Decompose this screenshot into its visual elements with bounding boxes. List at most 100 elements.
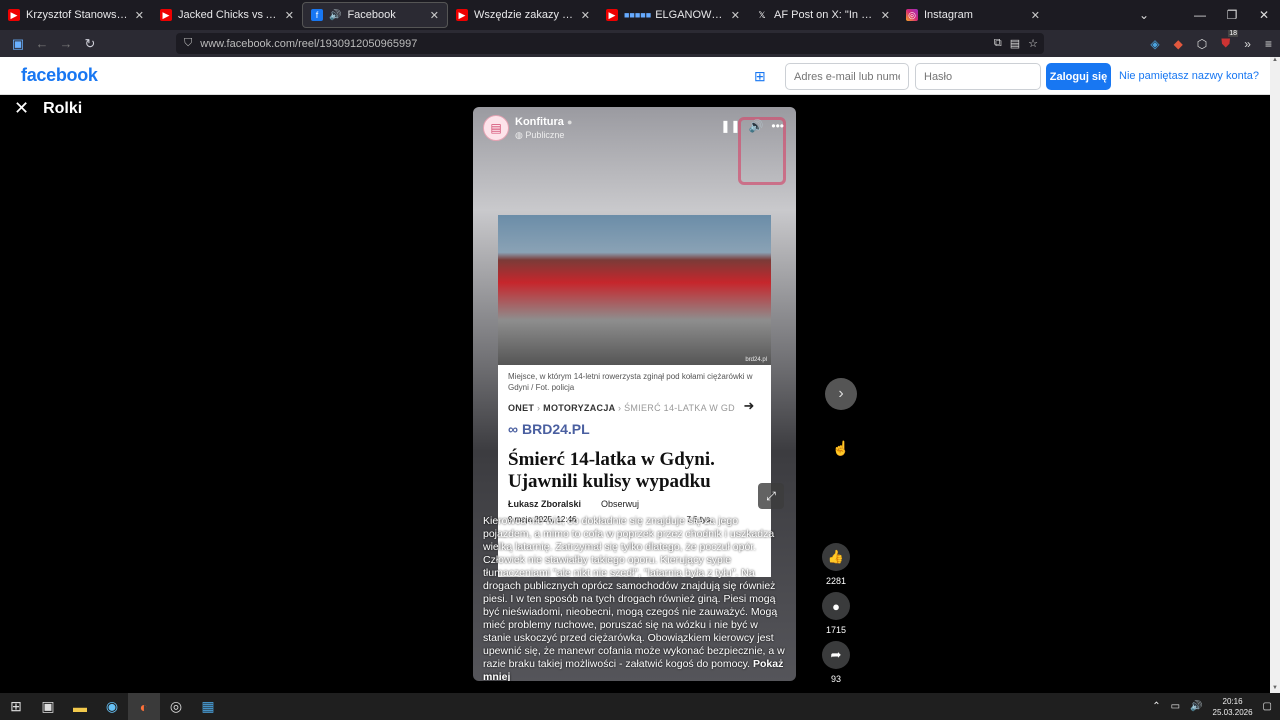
tab-label: Krzysztof Stanowski. W jakiej sy xyxy=(26,9,129,21)
tab-3-active[interactable]: f 🔊 Facebook ✕ xyxy=(302,2,448,28)
tab-5[interactable]: ▶ ■■■■■ ELGANOWO: D ✕ xyxy=(598,0,748,30)
share-action[interactable]: ➦ 93 xyxy=(820,641,852,684)
article-headline: Śmierć 14-latka w Gdyni. Ujawnili kulisy… xyxy=(508,449,715,492)
menu-icon[interactable]: ≡ xyxy=(1265,37,1272,51)
facebook-logo[interactable]: facebook xyxy=(21,65,98,86)
reel-author: ▤ Konfitura ● ◍ Publiczne xyxy=(483,115,572,141)
photo-credit: brd24.pl xyxy=(745,357,767,363)
reel-video[interactable]: ▤ Konfitura ● ◍ Publiczne ❚❚ 🔊 ••• brd24… xyxy=(473,107,796,681)
shield-extension-icon[interactable]: ◈ xyxy=(1150,37,1159,51)
page-avatar[interactable]: ▤ xyxy=(483,115,509,141)
qr-code-icon[interactable]: ⊞ xyxy=(754,68,770,84)
window-controls: ⌄ — ❐ ✕ xyxy=(1128,0,1280,30)
app-icon[interactable]: ▣ xyxy=(32,693,64,720)
video-controls: ❚❚ 🔊 ••• xyxy=(720,119,784,133)
comment-action[interactable]: ● 1715 xyxy=(820,592,852,635)
close-icon[interactable]: ✕ xyxy=(881,9,890,22)
comment-count: 1715 xyxy=(825,625,847,635)
forward-icon[interactable]: → xyxy=(54,36,78,51)
like-icon[interactable]: 👍 xyxy=(822,543,850,571)
firefox-icon[interactable]: ◐ xyxy=(128,693,160,720)
password-field[interactable] xyxy=(915,63,1041,90)
tab-1[interactable]: ▶ Krzysztof Stanowski. W jakiej sy ✕ xyxy=(0,0,152,30)
close-icon[interactable]: ✕ xyxy=(135,9,144,22)
notifications-icon[interactable]: ▢ xyxy=(1263,701,1272,712)
close-icon[interactable]: ✕ xyxy=(731,9,740,22)
tab-4[interactable]: ▶ Wszędzie zakazy i pretensje! Lu ✕ xyxy=(448,0,598,30)
url-bar[interactable]: ⛉ www.facebook.com/reel/1930912050965997… xyxy=(176,33,1044,54)
picture-in-picture-icon[interactable]: ⧉ xyxy=(994,37,1002,50)
calculator-icon[interactable]: ▦ xyxy=(192,693,224,720)
instagram-icon: ◎ xyxy=(906,9,918,21)
window-close-icon[interactable]: ✕ xyxy=(1248,8,1280,22)
like-action[interactable]: 👍 2281 xyxy=(820,543,852,586)
tab-6[interactable]: 𝕏 AF Post on X: "In the first nine m ✕ xyxy=(748,0,898,30)
overflow-chevrons-icon[interactable]: » xyxy=(1244,37,1251,51)
article-author-row: Łukasz Zboralski Obserwuj xyxy=(498,493,771,515)
page-name[interactable]: Konfitura ● xyxy=(515,116,572,128)
start-icon[interactable]: ⊞ xyxy=(0,693,32,720)
back-icon[interactable]: ← xyxy=(30,36,54,51)
close-icon[interactable]: ✕ xyxy=(1031,9,1040,22)
bookmark-star-icon[interactable]: ☆ xyxy=(1028,37,1038,50)
verified-icon: ● xyxy=(566,116,573,127)
page-scrollbar[interactable]: ▲ ▼ xyxy=(1270,57,1280,693)
source-logo: ∞ BRD24.PL xyxy=(508,421,590,437)
youtube-icon: ▶ xyxy=(456,9,468,21)
tab-2[interactable]: ▶ Jacked Chicks vs Average Joes | ✕ xyxy=(152,0,302,30)
tray-chevron-icon[interactable]: ⌃ xyxy=(1152,701,1160,712)
emoji-icon: ■■■■■ xyxy=(624,10,652,20)
forgot-account-link[interactable]: Nie pamiętasz nazwy konta? xyxy=(1119,70,1259,82)
tab-list-icon[interactable]: ⌄ xyxy=(1128,8,1160,22)
clock[interactable]: 20:16 25.03.2026 xyxy=(1213,696,1253,718)
speaker-icon: 🔊 xyxy=(329,9,342,21)
reload-icon[interactable]: ↻ xyxy=(78,36,102,52)
volume-tray-icon[interactable]: 🔊 xyxy=(1190,701,1202,712)
scroll-up-icon[interactable]: ▲ xyxy=(1270,57,1280,63)
network-icon[interactable]: ▭ xyxy=(1171,701,1180,712)
pause-icon[interactable]: ❚❚ xyxy=(720,119,740,133)
url-text: www.facebook.com/reel/1930912050965997 xyxy=(200,37,418,50)
fox-extension-icon[interactable]: ◆ xyxy=(1174,37,1183,51)
close-reels-icon[interactable]: ✕ xyxy=(14,98,29,119)
tab-7[interactable]: ◎ Instagram ✕ xyxy=(898,0,1048,30)
infinity-icon: ∞ xyxy=(508,421,518,437)
toolbar-extensions: ◈ ◆ ⬡ ⛊ 18 » ≡ xyxy=(1150,30,1272,57)
tracking-protection-icon[interactable]: ⛉ xyxy=(184,37,192,50)
extensions-icon[interactable]: ⬡ xyxy=(1197,37,1207,51)
share-icon[interactable]: ➦ xyxy=(822,641,850,669)
tab-label: Facebook xyxy=(347,9,396,21)
scroll-down-icon[interactable]: ▼ xyxy=(1270,685,1280,691)
youtube-icon: ▶ xyxy=(160,9,172,21)
visibility: ◍ Publiczne xyxy=(515,129,565,140)
restore-icon[interactable]: ❐ xyxy=(1216,8,1248,22)
login-button[interactable]: Zaloguj się xyxy=(1046,63,1111,90)
sidebar-icon[interactable]: ▣ xyxy=(6,36,30,52)
next-reel-button[interactable]: › xyxy=(825,378,857,410)
volume-icon[interactable]: 🔊 xyxy=(748,119,763,133)
globe-icon: ◍ xyxy=(515,129,523,140)
file-explorer-icon[interactable]: ▬ xyxy=(64,693,96,720)
extension-badge: 18 xyxy=(1228,30,1239,37)
ublock-icon[interactable]: ⛊ 18 xyxy=(1221,30,1239,51)
like-count: 2281 xyxy=(825,576,847,586)
reader-view-icon[interactable]: ▤ xyxy=(1010,37,1020,50)
windows-taskbar: ⊞ ▣ ▬ ◉ ◐ ◎ ▦ ⌃ ▭ 🔊 20:16 25.03.2026 ▢ xyxy=(0,693,1280,720)
comment-icon[interactable]: ● xyxy=(822,592,850,620)
app-2-icon[interactable]: ◎ xyxy=(160,693,192,720)
tab-label: Instagram xyxy=(924,9,973,21)
steam-icon[interactable]: ◉ xyxy=(96,693,128,720)
email-field[interactable] xyxy=(785,63,909,90)
reel-description: Kierowca nie wie, co dokładnie się znajd… xyxy=(483,515,785,681)
more-options-icon[interactable]: ••• xyxy=(771,119,784,133)
close-icon[interactable]: ✕ xyxy=(285,9,294,22)
reels-title: Rolki xyxy=(43,99,83,117)
minimize-icon[interactable]: — xyxy=(1184,8,1216,22)
close-icon[interactable]: ✕ xyxy=(430,9,439,22)
close-icon[interactable]: ✕ xyxy=(581,9,590,22)
system-tray: ⌃ ▭ 🔊 20:16 25.03.2026 ▢ xyxy=(1152,693,1280,720)
fullscreen-toggle-icon[interactable]: ⤢ xyxy=(758,483,784,509)
youtube-icon: ▶ xyxy=(8,9,20,21)
tab-label: Wszędzie zakazy i pretensje! Lu xyxy=(474,9,575,21)
youtube-icon: ▶ xyxy=(606,9,618,21)
